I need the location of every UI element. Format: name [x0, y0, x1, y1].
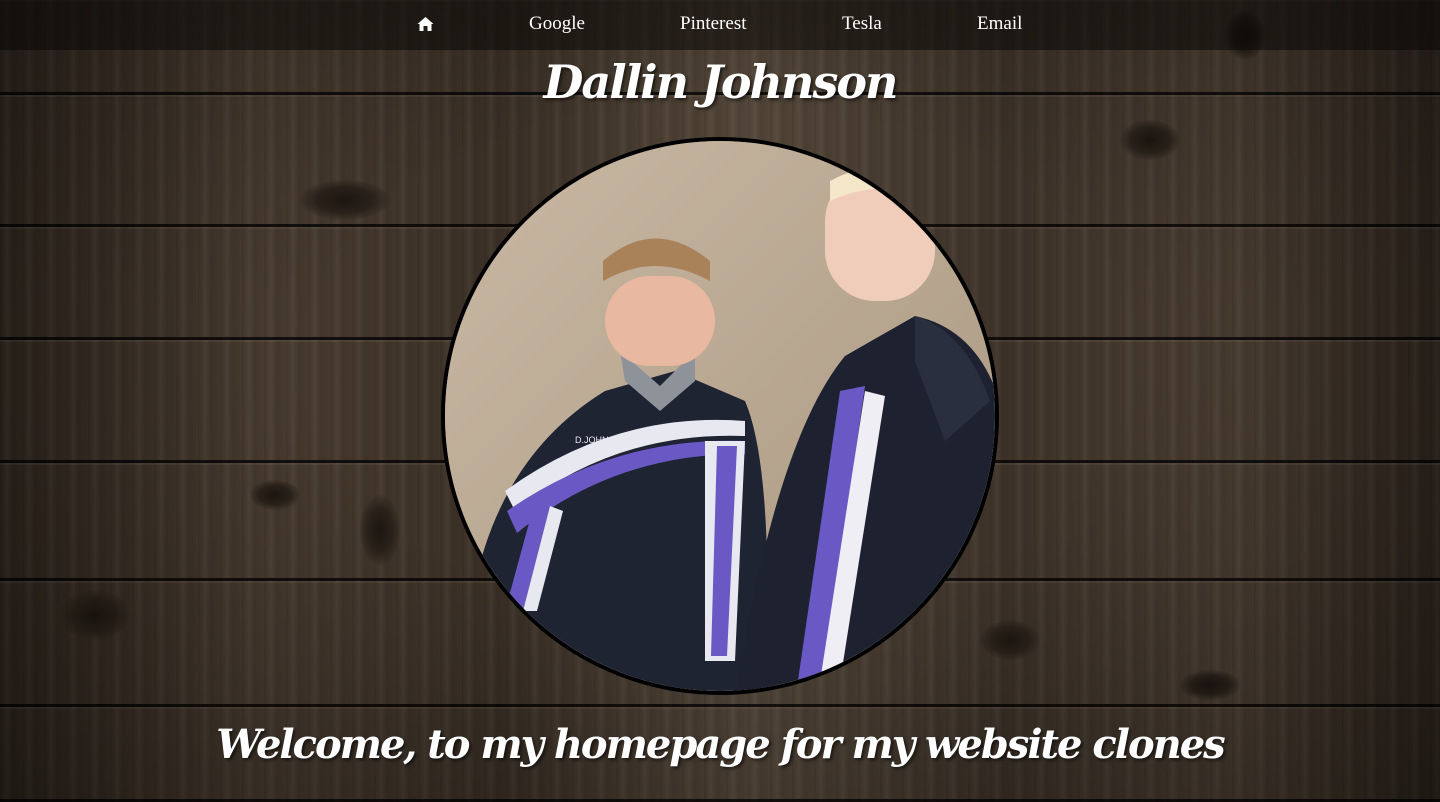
nav-link-tesla[interactable]: Tesla — [842, 13, 882, 35]
home-icon[interactable] — [417, 16, 434, 32]
page-title: Dallin Johnson — [543, 55, 899, 109]
top-navbar: Google Pinterest Tesla Email — [0, 0, 1440, 50]
welcome-heading: Welcome, to my homepage for my website c… — [216, 721, 1225, 768]
jacket-text: D.JOHNSON — [575, 435, 628, 445]
nav-link-email[interactable]: Email — [977, 13, 1022, 35]
profile-photo: D.JOHNSON — [441, 137, 999, 695]
nav-link-google[interactable]: Google — [529, 13, 585, 35]
nav-link-pinterest[interactable]: Pinterest — [680, 13, 747, 35]
